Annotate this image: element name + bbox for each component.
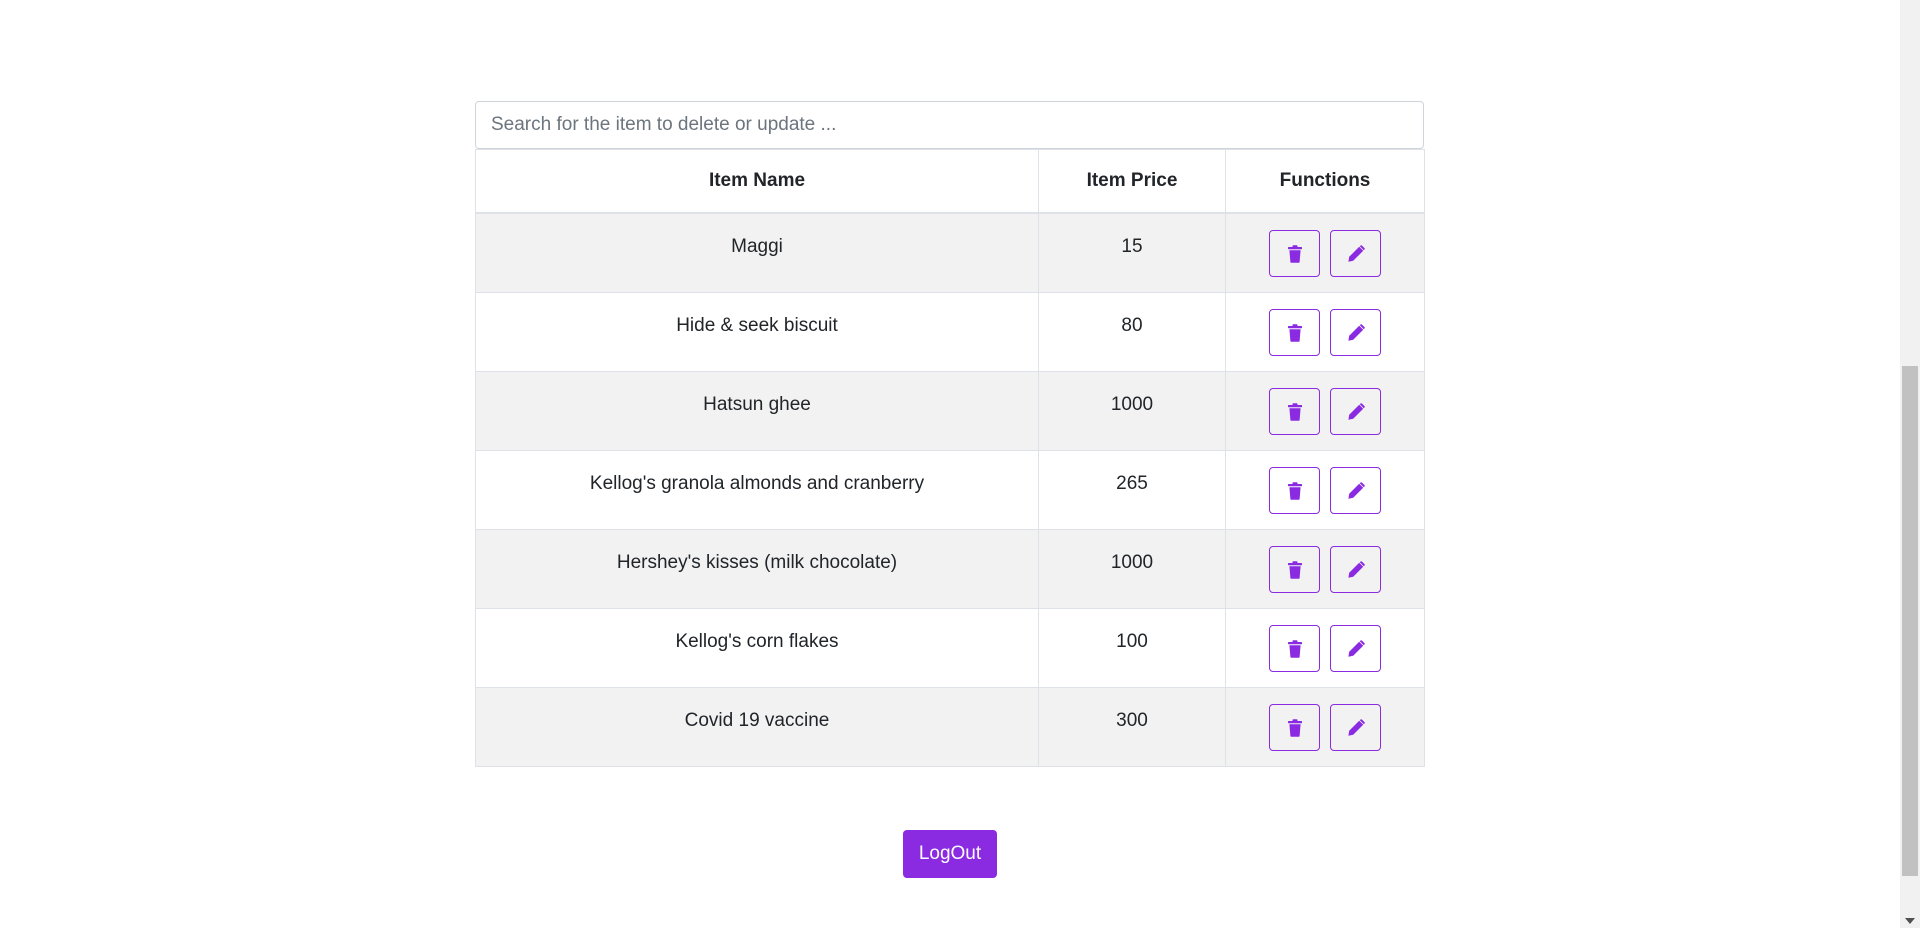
item-price-cell: 80: [1038, 292, 1226, 372]
trash-icon: [1287, 560, 1303, 579]
edit-button[interactable]: [1330, 388, 1381, 435]
column-header-item-price: Item Price: [1038, 149, 1226, 214]
row-actions: [1226, 451, 1424, 514]
functions-cell: [1225, 687, 1425, 767]
delete-button[interactable]: [1269, 467, 1320, 514]
item-price-cell: 1000: [1038, 371, 1226, 451]
trash-icon: [1287, 718, 1303, 737]
functions-cell: [1225, 529, 1425, 609]
item-price-cell: 100: [1038, 608, 1226, 688]
pencil-icon: [1347, 244, 1365, 263]
page: Item Name Item Price Functions Maggi15Hi…: [0, 0, 1920, 928]
row-actions: [1226, 688, 1424, 751]
pencil-icon: [1347, 718, 1365, 737]
pencil-icon: [1347, 402, 1365, 421]
delete-button[interactable]: [1269, 309, 1320, 356]
scroll-down-arrow-icon[interactable]: [1905, 918, 1915, 924]
row-actions: [1226, 609, 1424, 672]
pencil-icon: [1347, 481, 1365, 500]
scrollbar-thumb[interactable]: [1902, 366, 1918, 876]
pencil-icon: [1347, 639, 1365, 658]
trash-icon: [1287, 402, 1303, 421]
item-name-cell: Maggi: [475, 212, 1039, 293]
edit-button[interactable]: [1330, 230, 1381, 277]
table-row: Maggi 15: [475, 212, 1425, 293]
table-row: Covid 19 vaccine 300: [475, 687, 1425, 767]
table-row: Kellog's granola almonds and cranberry 26…: [475, 450, 1425, 530]
delete-button[interactable]: [1269, 625, 1320, 672]
trash-icon: [1287, 639, 1303, 658]
logout-button[interactable]: LogOut: [902, 830, 998, 878]
trash-icon: [1287, 244, 1303, 263]
pencil-icon: [1347, 323, 1365, 342]
table-row: Hatsun ghee 1000: [475, 371, 1425, 451]
search-input[interactable]: [475, 101, 1424, 149]
edit-button[interactable]: [1330, 625, 1381, 672]
trash-icon: [1287, 323, 1303, 342]
column-header-functions: Functions: [1225, 149, 1425, 214]
functions-cell: [1225, 371, 1425, 451]
edit-button[interactable]: [1330, 546, 1381, 593]
row-actions: [1226, 293, 1424, 356]
table-row: Kellog's corn flakes 100: [475, 608, 1425, 688]
edit-button[interactable]: [1330, 467, 1381, 514]
item-name-cell: Hide & seek biscuit: [475, 292, 1039, 372]
edit-button[interactable]: [1330, 309, 1381, 356]
items-table: Item Name Item Price Functions Maggi 15 Hi…: [475, 149, 1425, 767]
delete-button[interactable]: [1269, 704, 1320, 751]
items-panel: Item Name Item Price Functions Maggi15Hi…: [475, 101, 1425, 767]
delete-button[interactable]: [1269, 546, 1320, 593]
item-name-cell: Hershey's kisses (milk chocolate): [475, 529, 1039, 609]
row-actions: [1226, 372, 1424, 435]
logout-container: LogOut: [0, 830, 1900, 878]
delete-button[interactable]: [1269, 388, 1320, 435]
vertical-scrollbar[interactable]: [1900, 0, 1920, 928]
item-name-cell: Hatsun ghee: [475, 371, 1039, 451]
item-price-cell: 265: [1038, 450, 1226, 530]
table-header-row: Item Name Item Price Functions: [475, 149, 1425, 214]
item-name-cell: Covid 19 vaccine: [475, 687, 1039, 767]
trash-icon: [1287, 481, 1303, 500]
item-price-cell: 15: [1038, 212, 1226, 293]
delete-button[interactable]: [1269, 230, 1320, 277]
pencil-icon: [1347, 560, 1365, 579]
table-body: Maggi 15 Hide & seek biscuit 80 Hatsun ghee 1…: [475, 212, 1425, 767]
item-name-cell: Kellog's granola almonds and cranberry: [475, 450, 1039, 530]
item-name-cell: Kellog's corn flakes: [475, 608, 1039, 688]
item-price-cell: 300: [1038, 687, 1226, 767]
row-actions: [1226, 530, 1424, 593]
edit-button[interactable]: [1330, 704, 1381, 751]
functions-cell: [1225, 212, 1425, 293]
functions-cell: [1225, 292, 1425, 372]
table-row: Hide & seek biscuit 80: [475, 292, 1425, 372]
functions-cell: [1225, 450, 1425, 530]
column-header-item-name: Item Name: [475, 149, 1039, 214]
row-actions: [1226, 214, 1424, 277]
item-price-cell: 1000: [1038, 529, 1226, 609]
table-row: Hershey's kisses (milk chocolate) 1000: [475, 529, 1425, 609]
functions-cell: [1225, 608, 1425, 688]
